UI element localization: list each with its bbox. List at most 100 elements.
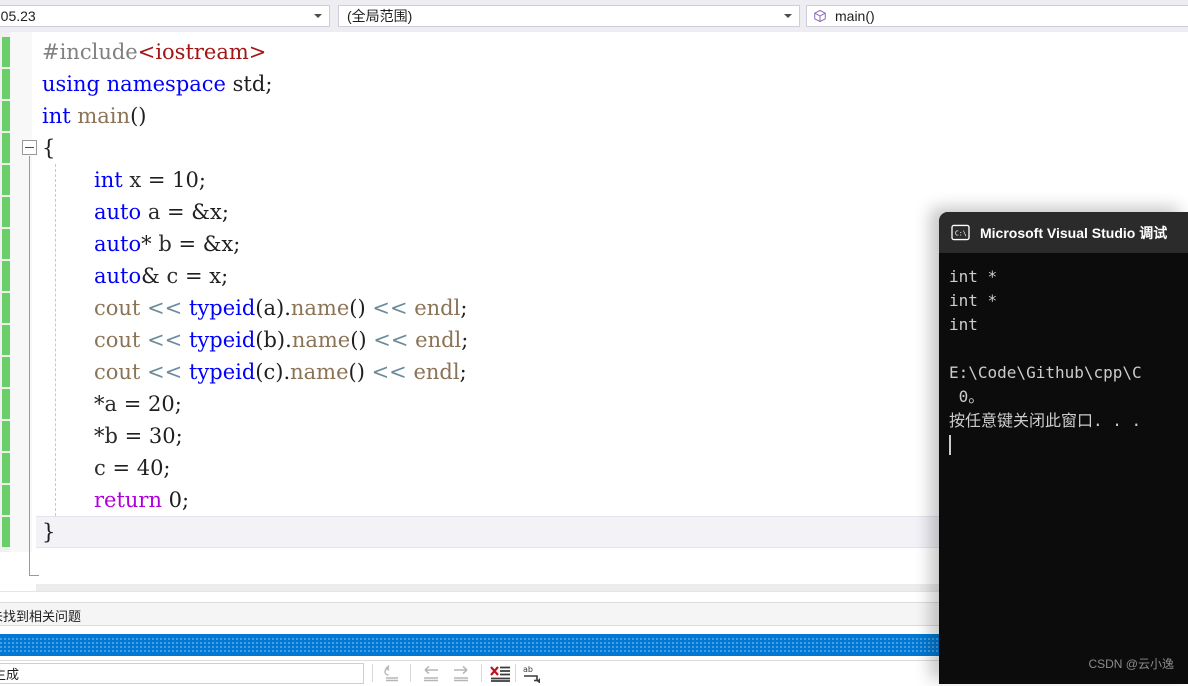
code-line[interactable]: cout << typeid(a).name() << endl; <box>42 292 467 324</box>
csdn-watermark: CSDN @云小逸 <box>1088 657 1174 671</box>
code-token: x <box>129 168 142 192</box>
member-selector-combo[interactable]: main() <box>806 5 1188 27</box>
error-list-status-text: 未找到相关问题 <box>0 609 82 624</box>
console-cmd-icon: C:\ <box>951 224 970 241</box>
code-line[interactable]: *a = 20; <box>42 388 182 420</box>
code-token: b <box>158 232 172 256</box>
code-token: a <box>147 200 161 224</box>
code-token: endl <box>413 360 460 384</box>
member-selector-value: main() <box>835 8 875 24</box>
code-token: << <box>147 360 183 384</box>
code-token: typeid <box>188 296 256 320</box>
code-token: = &x; <box>171 232 241 256</box>
code-token: = &x; <box>160 200 229 224</box>
console-line: 0。 <box>949 387 985 406</box>
next-message-button[interactable] <box>449 663 475 684</box>
toggle-word-wrap-button[interactable]: ab <box>521 663 547 684</box>
code-token: c <box>166 264 179 288</box>
collapse-outline-toggle[interactable] <box>22 140 37 155</box>
code-token: using namespace <box>42 72 226 96</box>
outline-block-bar-foot <box>29 575 39 576</box>
method-cube-icon <box>813 9 827 23</box>
debug-console-window[interactable]: C:\ Microsoft Visual Studio 调试 int * int … <box>939 212 1188 684</box>
code-token: << <box>147 296 183 320</box>
code-line[interactable]: } <box>42 516 55 548</box>
code-line[interactable]: *b = 30; <box>42 420 183 452</box>
console-output-area[interactable]: int * int * int E:\Code\Github\cpp\C 0。 按任意… <box>939 253 1188 684</box>
code-token: int <box>42 104 71 128</box>
code-line[interactable]: auto a = &x; <box>42 196 229 228</box>
console-line: 按任意键关闭此窗口. . . <box>949 411 1142 430</box>
console-title-bar[interactable]: C:\ Microsoft Visual Studio 调试 <box>939 212 1188 253</box>
code-token: auto <box>94 200 142 224</box>
code-token: << <box>147 328 183 352</box>
code-token: name <box>290 360 349 384</box>
code-line[interactable]: auto* b = &x; <box>42 228 240 260</box>
outline-block-bar <box>29 156 30 576</box>
code-token: return <box>94 488 162 512</box>
code-token: = 10; <box>141 168 206 192</box>
code-line[interactable]: using namespace std; <box>42 68 272 100</box>
code-line[interactable]: cout << typeid(c).name() << endl; <box>42 356 467 388</box>
output-source-combo[interactable]: 生成 <box>0 663 364 684</box>
code-line[interactable]: int main() <box>42 100 146 132</box>
code-token: () <box>348 360 372 384</box>
file-selector-value: 3.05.23 <box>0 8 36 24</box>
code-token: cout <box>94 296 141 320</box>
toolbar-separator <box>515 664 516 682</box>
code-token: = 20; <box>117 392 182 416</box>
code-token: * <box>141 232 159 256</box>
previous-message-button[interactable] <box>419 663 445 684</box>
code-token: std; <box>225 72 273 96</box>
editor-navigation-bar: 3.05.23 (全局范围) main() <box>0 0 1188 32</box>
clear-all-button[interactable] <box>488 663 514 684</box>
console-line: E:\Code\Github\cpp\C <box>949 363 1142 382</box>
code-token: << <box>372 296 408 320</box>
code-line[interactable]: { <box>42 132 55 164</box>
scope-selector-value: (全局范围) <box>347 8 413 24</box>
code-token: <iostream> <box>137 40 267 64</box>
code-token: * <box>94 424 105 448</box>
code-line[interactable]: return 0; <box>42 484 189 516</box>
code-token: a <box>104 392 118 416</box>
code-token: auto <box>94 232 142 256</box>
code-token: = x; <box>178 264 229 288</box>
code-token: auto <box>94 264 142 288</box>
file-selector-combo[interactable]: 3.05.23 <box>0 5 330 27</box>
code-token: () <box>350 328 374 352</box>
toolbar-separator <box>481 664 482 682</box>
code-line[interactable]: auto& c = x; <box>42 260 228 292</box>
code-line[interactable]: int x = 10; <box>42 164 206 196</box>
code-token: * <box>94 392 105 416</box>
go-to-message-button[interactable] <box>381 663 407 684</box>
code-line[interactable]: #include<iostream> <box>42 36 266 68</box>
scope-selector-combo[interactable]: (全局范围) <box>338 5 800 27</box>
code-token: } <box>42 520 56 544</box>
code-token: b <box>104 424 118 448</box>
console-title-text: Microsoft Visual Studio 调试 <box>980 224 1168 241</box>
code-token: = 40; <box>105 456 171 480</box>
code-token: << <box>373 328 409 352</box>
chevron-down-icon[interactable] <box>314 14 322 18</box>
code-token: name <box>291 328 351 352</box>
code-token: (c). <box>255 360 291 384</box>
console-line: int <box>949 315 978 334</box>
svg-text:C:\: C:\ <box>955 229 967 237</box>
code-token: typeid <box>188 328 256 352</box>
code-line[interactable]: c = 40; <box>42 452 171 484</box>
code-token: { <box>42 136 56 160</box>
code-token: ; <box>461 328 469 352</box>
code-token: & <box>141 264 167 288</box>
code-token: (a). <box>255 296 291 320</box>
svg-text:ab: ab <box>523 665 533 674</box>
code-token: typeid <box>188 360 256 384</box>
code-line[interactable]: cout << typeid(b).name() << endl; <box>42 324 468 356</box>
console-line: int * <box>949 291 998 310</box>
code-token: cout <box>94 328 141 352</box>
toolbar-separator <box>372 664 373 682</box>
chevron-down-icon[interactable] <box>784 14 792 18</box>
